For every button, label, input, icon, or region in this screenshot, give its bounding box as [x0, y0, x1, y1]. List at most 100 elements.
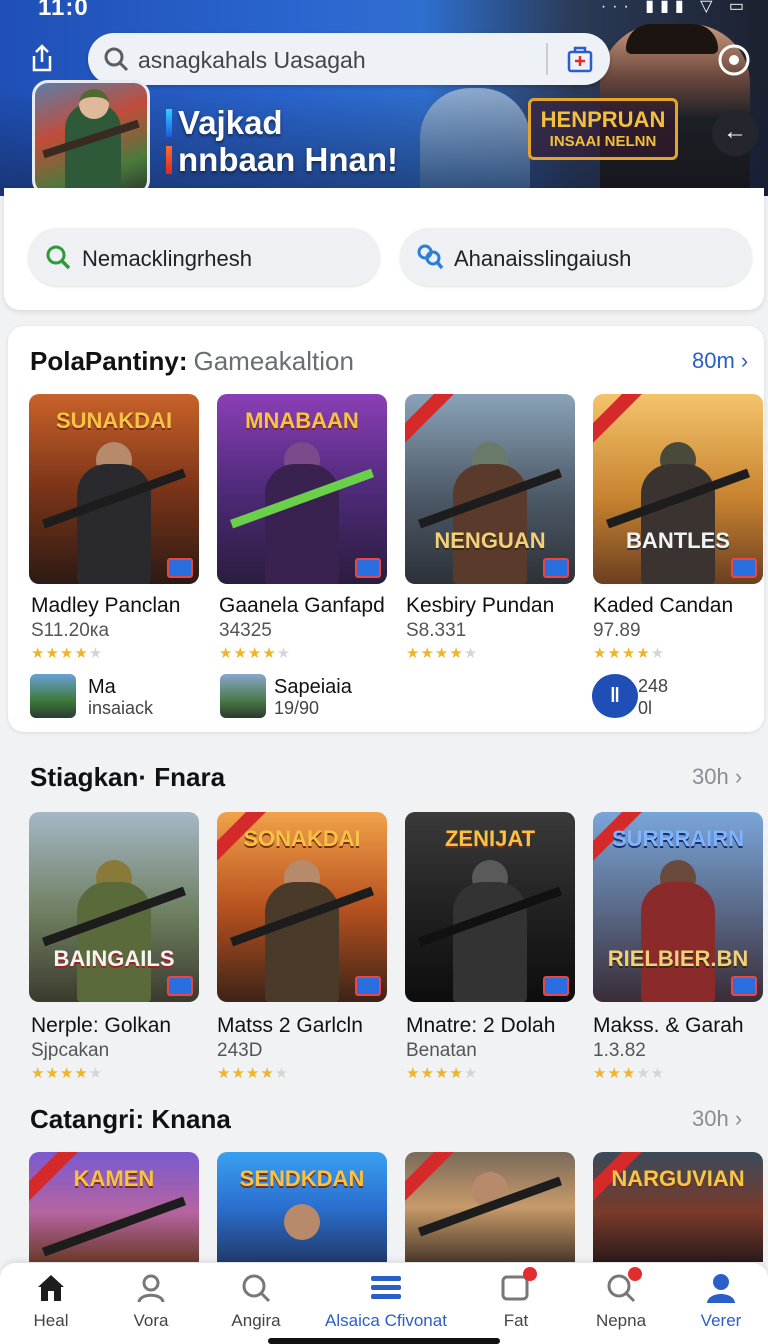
game-price: S11.20ка: [31, 620, 110, 641]
search-alert-icon: [604, 1267, 642, 1305]
status-bar: 11:0 ··· ▮▮▮ ▽ ▭: [0, 0, 768, 22]
game-tile[interactable]: BAINGAILS: [29, 812, 199, 1002]
game-tile[interactable]: MNABAAN: [217, 394, 387, 584]
game-tile[interactable]: NARGUVIAN: [593, 1152, 763, 1262]
game-tile-logo: BAINGAILS: [53, 946, 175, 971]
hero-title-line2: nnbaan Hnan!: [178, 141, 398, 178]
hero-game-logo: HENPRUAN INSAAI NELNN: [528, 98, 678, 160]
filter-pill-1-label: Nemacklingrhesh: [82, 246, 252, 271]
game-title[interactable]: Matss 2 Garlcln: [217, 1014, 363, 1038]
nav-item-categories[interactable]: Alsaica Cfivonat: [324, 1271, 448, 1331]
platform-badge-icon: [731, 558, 757, 578]
notification-dot: [523, 1267, 537, 1281]
ranking-icon[interactable]: ‖: [592, 674, 638, 718]
game-title[interactable]: Gaanela Ganfapd: [219, 594, 385, 618]
share-icon[interactable]: [26, 42, 58, 74]
back-arrow-icon[interactable]: ←: [712, 110, 758, 156]
section-1-more-label: 80m: [692, 348, 735, 373]
developer-avatar[interactable]: [220, 674, 266, 718]
section-2-title: Stiagkan· Fnara: [30, 762, 226, 792]
game-tile-logo: MNABAAN: [245, 408, 359, 433]
game-price: 97.89: [593, 620, 641, 641]
game-title[interactable]: Madley Panclan: [31, 594, 180, 618]
game-title[interactable]: Mnatre: 2 Dolah: [406, 1014, 555, 1038]
game-tile[interactable]: SUNAKDAI: [29, 394, 199, 584]
ranking-sub: 0l: [638, 698, 653, 718]
filter-card: Nemacklingrhesh Ahanaisslingaiush: [4, 188, 764, 310]
hero-logo-line2: INSAAI NELNN: [549, 133, 657, 150]
game-title[interactable]: Kaded Candan: [593, 594, 733, 618]
game-tile[interactable]: NENGUAN: [405, 394, 575, 584]
game-tile-logo: SONAKDAI: [243, 826, 361, 851]
search-icon: [46, 245, 71, 270]
platform-badge-icon: [731, 976, 757, 996]
search-bar[interactable]: asnagkahals Uasagah: [88, 33, 610, 85]
nav-label: Angira: [231, 1311, 281, 1330]
developer-name: Sapeiaia: [274, 676, 352, 698]
featured-game-thumbnail[interactable]: [32, 80, 150, 196]
game-tile-logo: KAMEN: [73, 1166, 155, 1191]
developer-sub: 19/90: [274, 698, 320, 718]
nav-item-nepna[interactable]: Nepna: [594, 1267, 648, 1331]
nav-item-home[interactable]: Heal: [24, 1271, 78, 1331]
notification-dot: [628, 1267, 642, 1281]
search-icon: [104, 47, 129, 72]
search-divider: [546, 43, 548, 75]
star-rating-icon: ★★★★★: [31, 1065, 104, 1082]
game-tile-logo: NENGUAN: [434, 528, 546, 553]
nav-item-account[interactable]: Verer: [694, 1271, 748, 1331]
section-3-more-link[interactable]: 30h ›: [692, 1106, 742, 1132]
header-banner: 11:0 ··· ▮▮▮ ▽ ▭ asnagkahals Uasagah Vaj…: [0, 0, 768, 196]
nav-item-vora[interactable]: Vora: [124, 1271, 178, 1331]
star-rating-icon: ★★★★★: [593, 1065, 666, 1082]
section-1-subtitle: Gameakaltion: [193, 346, 354, 376]
game-price: Benatan: [406, 1040, 477, 1061]
game-tile[interactable]: SENDKDAN: [217, 1152, 387, 1262]
compass-icon[interactable]: [716, 42, 752, 78]
game-tile-logo: SENDKDAN: [239, 1166, 365, 1191]
filter-pill-2[interactable]: Ahanaisslingaiush: [400, 228, 752, 286]
banner-soldier-art: [420, 88, 530, 196]
star-rating-icon: ★★★★★: [406, 645, 479, 662]
filter-pill-1[interactable]: Nemacklingrhesh: [28, 228, 380, 286]
star-rating-icon: ★★★★★: [593, 645, 666, 662]
game-tile-logo: BANTLES: [626, 528, 730, 553]
platform-badge-icon: [167, 976, 193, 996]
game-tile[interactable]: KAMEN: [29, 1152, 199, 1262]
chevron-right-icon: ›: [740, 348, 749, 373]
game-tile[interactable]: ZENIJAT: [405, 812, 575, 1002]
game-tile-logo: ZENIJAT: [444, 826, 536, 851]
game-title[interactable]: Makss. & Garah: [593, 1014, 744, 1038]
game-price: 243D: [217, 1040, 263, 1061]
developer-avatar[interactable]: [30, 674, 76, 718]
section-2-more-link[interactable]: 30h ›: [692, 764, 742, 790]
nav-item-fat[interactable]: Fat: [494, 1267, 538, 1331]
profile-icon: [137, 1274, 165, 1303]
developer-name: Ma: [88, 676, 116, 698]
game-tile[interactable]: SURRRAIRN RIELBIER.BN: [593, 812, 763, 1002]
ranking-value: 248: [638, 676, 669, 696]
status-time: 11:0: [38, 0, 89, 21]
star-rating-icon: ★★★★★: [217, 1065, 290, 1082]
nav-label: Alsaica Cfivonat: [325, 1311, 447, 1330]
platform-badge-icon: [355, 558, 381, 578]
star-rating-icon: ★★★★★: [219, 645, 292, 662]
search-input[interactable]: asnagkahals Uasagah: [138, 47, 366, 74]
section-1-more-link[interactable]: 80m ›: [692, 348, 748, 374]
chevron-right-icon: ›: [734, 1106, 743, 1131]
platform-badge-icon: [543, 558, 569, 578]
list-icon: [371, 1276, 401, 1299]
account-icon: [707, 1274, 735, 1303]
home-indicator: [268, 1338, 500, 1344]
nav-item-angira[interactable]: Angira: [226, 1271, 286, 1331]
game-title[interactable]: Kesbiry Pundan: [406, 594, 554, 618]
game-tile[interactable]: BANTLES: [593, 394, 763, 584]
platform-badge-icon: [167, 558, 193, 578]
nav-label: Nepna: [595, 1311, 647, 1330]
cart-icon[interactable]: [564, 43, 596, 75]
game-title[interactable]: Nerple: Golkan: [31, 1014, 171, 1038]
new-ribbon: [593, 394, 647, 447]
chat-icon: [499, 1267, 537, 1305]
game-tile[interactable]: SONAKDAI: [217, 812, 387, 1002]
game-tile[interactable]: [405, 1152, 575, 1262]
